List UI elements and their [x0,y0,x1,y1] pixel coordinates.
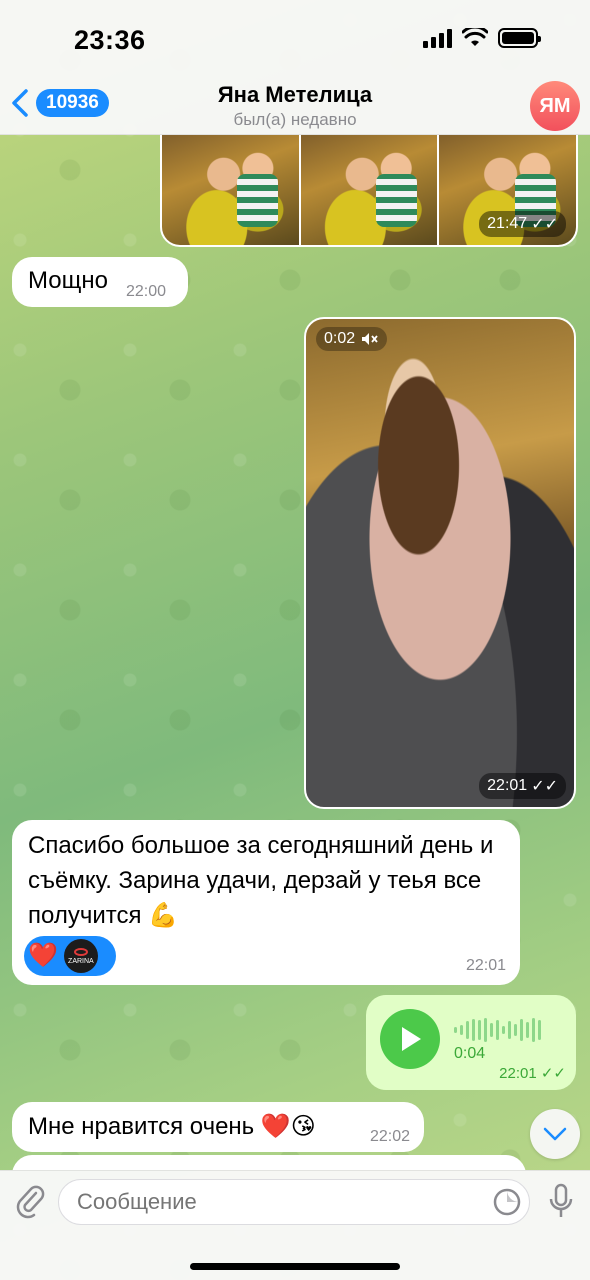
status-icons [423,28,541,48]
video-duration: 0:02 [324,330,356,347]
read-check-icon: ✓✓ [531,216,558,233]
message-input[interactable] [58,1179,530,1225]
photo-album[interactable]: 21:47 ✓✓ [160,135,578,247]
zarina-logo-icon [73,947,88,956]
incoming-message[interactable]: Спасибо большое за сегодняшний день и съ… [12,820,520,985]
reaction-heart: ❤️ [28,942,58,969]
chevron-down-icon [543,1127,567,1141]
message-reactions[interactable]: ❤️ ZARINA [24,936,116,976]
read-check-icon: ✓✓ [531,778,558,795]
message-time: 22:01 [465,957,506,974]
wifi-icon [462,28,488,46]
sticker-icon[interactable] [492,1187,522,1217]
signal-icon [423,28,452,48]
message-time: 21:47 [487,215,528,232]
voice-waveform[interactable] [454,1017,541,1043]
chat-header: 10936 Яна Метелица был(а) недавно ЯМ [0,80,590,135]
video-message[interactable]: 0:02 22:01 ✓✓ [304,317,576,809]
incoming-message[interactable]: Мне нравится очень ❤️😘 22:02 [12,1102,424,1152]
message-time: 22:02 [369,1128,410,1145]
message-input-bar [0,1170,590,1280]
message-time-pill: 21:47 ✓✓ [479,211,566,237]
incoming-message[interactable]: Мощно 22:00 [12,257,188,307]
last-seen-status: был(а) недавно [233,110,357,129]
voice-duration: 0:04 [454,1045,486,1062]
message-time-pill: 22:01 ✓✓ [479,773,566,799]
message-time: 22:01 [487,777,528,794]
contact-avatar[interactable]: ЯМ [530,81,580,131]
message-text: Спасибо большое за сегодняшний день и съ… [28,832,494,929]
message-time-status: 22:01 ✓✓ [499,1064,566,1082]
mic-icon[interactable] [548,1183,574,1221]
status-time: 23:36 [74,25,146,55]
status-bar: 23:36 [0,0,590,80]
mute-icon[interactable] [361,332,379,346]
reactor-avatar-label: ZARINA [68,957,94,965]
voice-message[interactable]: 0:04 22:01 ✓✓ [366,995,576,1090]
scroll-to-bottom-button[interactable] [530,1109,580,1159]
message-text: Мощно [28,267,108,294]
play-button[interactable] [380,1009,440,1069]
chat-title-area[interactable]: Яна Метелица был(а) недавно [0,82,590,130]
home-indicator [190,1263,400,1270]
battery-icon [498,28,541,48]
album-photo[interactable] [162,135,299,245]
incoming-message[interactable] [12,1155,526,1170]
album-photo[interactable] [300,135,438,245]
message-time: 22:01 [499,1065,537,1082]
read-check-icon: ✓✓ [540,1065,566,1082]
message-text: Мне нравится очень ❤️😘 [28,1113,316,1140]
video-duration-pill: 0:02 [316,327,388,351]
message-list[interactable]: 21:47 ✓✓ Мощно 22:00 0:02 22:01 ✓✓ Спаси… [0,135,590,1170]
play-icon [402,1027,421,1051]
message-time: 22:00 [126,283,167,300]
reactor-avatar: ZARINA [63,939,98,973]
attach-icon[interactable] [14,1183,46,1219]
chat-title: Яна Метелица [217,82,373,107]
